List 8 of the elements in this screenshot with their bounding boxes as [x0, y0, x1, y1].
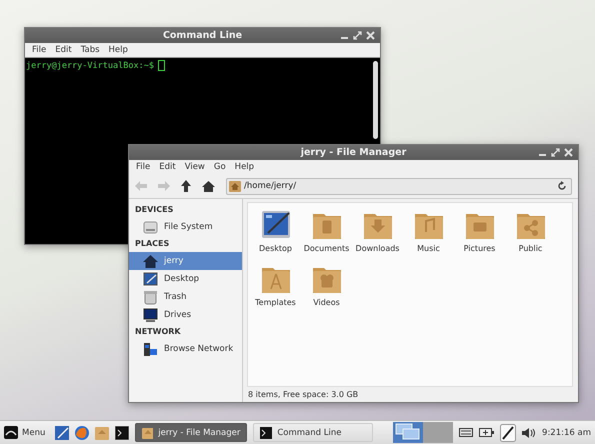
path-text: /home/jerry/ [244, 181, 296, 191]
sidebar-heading: PLACES [134, 238, 170, 250]
sidebar-heading: DEVICES [134, 204, 174, 216]
status-text: 8 items, Free space: 3.0 GB [247, 389, 360, 401]
window-title: Command Line [162, 30, 242, 41]
terminal-prompt: jerry@jerry-VirtualBox:~$ [26, 60, 154, 70]
sidebar-heading: NETWORK [134, 326, 182, 338]
window-title: jerry - File Manager [300, 147, 406, 158]
